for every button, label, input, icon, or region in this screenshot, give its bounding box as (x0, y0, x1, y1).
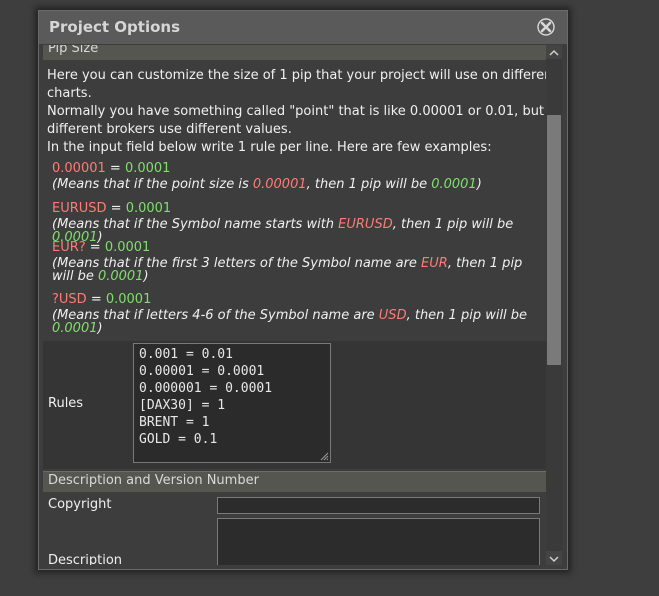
example-note: (Means that if the point size is 0.00001… (52, 178, 542, 191)
project-options-dialog: Project Options Pip Size Here you can cu… (38, 10, 568, 570)
note-text: (Means that if the point size is (52, 177, 253, 192)
rules-row: Rules 0.001 = 0.01 0.00001 = 0.0001 0.00… (43, 341, 546, 469)
note-text: , then 1 pip will be (392, 217, 514, 232)
example-note: (Means that if the first 3 letters of th… (52, 257, 542, 283)
rules-label: Rules (48, 396, 84, 411)
copyright-input[interactable] (217, 497, 540, 514)
copyright-label: Copyright (48, 497, 112, 512)
rule-line: 0.00001 = 0.0001 (139, 364, 265, 379)
scroll-up-button[interactable] (546, 45, 562, 59)
intro-line: different brokers use different values. (47, 122, 292, 137)
example-key: ?USD (52, 292, 87, 307)
chevron-down-icon (549, 556, 559, 563)
example-key: EURUSD (52, 201, 107, 216)
example-eq: = (106, 201, 126, 216)
intro-line: Normally you have something called "poin… (47, 104, 545, 119)
rules-textarea[interactable]: 0.001 = 0.01 0.00001 = 0.0001 0.000001 =… (133, 343, 331, 463)
example-key: EUR? (52, 240, 86, 255)
note-text: ) (97, 321, 103, 336)
note-key: 0.00001 (252, 177, 307, 192)
example-rule: EUR? = 0.0001 (52, 240, 150, 255)
example-value: 0.0001 (125, 201, 172, 216)
close-icon[interactable] (537, 18, 555, 36)
rule-line: BRENT = 1 (139, 415, 210, 430)
example-note: (Means that if letters 4-6 of the Symbol… (52, 309, 542, 335)
example-value: 0.0001 (105, 292, 152, 307)
example-rule: EURUSD = 0.0001 (52, 201, 171, 216)
titlebar[interactable]: Project Options (39, 11, 567, 44)
note-text: , then 1 pip will be (406, 308, 528, 323)
note-key: EURUSD (338, 217, 393, 232)
vertical-scrollbar[interactable] (546, 45, 562, 565)
description-section-header[interactable]: Description and Version Number (43, 471, 546, 492)
intro-line: In the input field below write 1 rule pe… (47, 140, 492, 155)
pip-size-header-label: Pip Size (48, 45, 99, 56)
example-value: 0.0001 (124, 161, 171, 176)
note-value: 0.0001 (52, 321, 98, 336)
description-textarea[interactable] (217, 518, 540, 565)
scroll-down-button[interactable] (546, 551, 562, 565)
example-key: 0.00001 (52, 161, 106, 176)
example-rule: ?USD = 0.0001 (52, 292, 151, 307)
example-value: 0.0001 (104, 240, 151, 255)
intro-line: charts. (47, 86, 92, 101)
example-rule: 0.00001 = 0.0001 (52, 161, 170, 176)
description-label: Description (48, 553, 123, 565)
scrollbar-thumb[interactable] (547, 115, 561, 365)
note-text: ) (143, 269, 149, 284)
note-key: USD (378, 308, 407, 323)
note-value: 0.0001 (97, 269, 144, 284)
dialog-title: Project Options (49, 18, 181, 36)
example-eq: = (85, 240, 105, 255)
rule-line: [DAX30] = 1 (139, 398, 226, 413)
note-key: EUR (421, 256, 448, 271)
intro-line: Here you can customize the size of 1 pip… (47, 68, 546, 83)
example-eq: = (105, 161, 125, 176)
pip-size-section-header[interactable]: Pip Size (43, 45, 546, 60)
example-eq: = (86, 292, 106, 307)
description-header-label: Description and Version Number (48, 473, 259, 488)
rule-line: 0.001 = 0.01 (139, 347, 233, 362)
note-text: , then 1 pip will be (306, 177, 432, 192)
rule-line: 0.000001 = 0.0001 (139, 381, 273, 396)
chevron-up-icon (549, 49, 559, 56)
rule-line: GOLD = 0.1 (139, 432, 218, 447)
resize-grip-icon[interactable] (319, 451, 329, 461)
note-text: ) (476, 177, 482, 192)
options-scroll-area[interactable]: Pip Size Here you can customize the size… (43, 45, 546, 565)
note-value: 0.0001 (431, 177, 477, 192)
